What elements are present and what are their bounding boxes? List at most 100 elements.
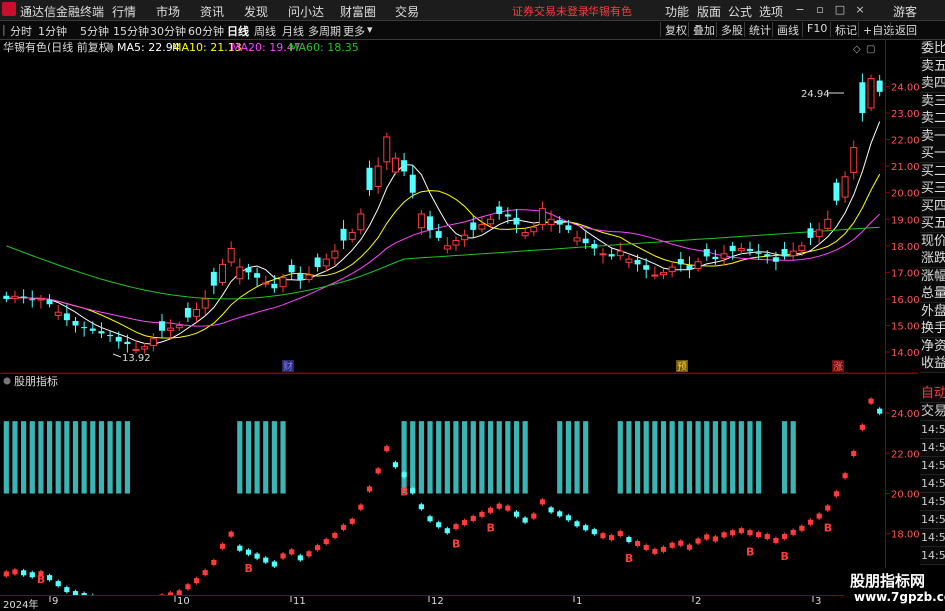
app-name: 通达信金融终端 [20,3,104,20]
diamond-icon[interactable]: ◇ [853,44,861,55]
guest-label[interactable]: 游客 [893,3,917,20]
signal-bar [56,421,61,493]
candle-body [436,231,442,238]
close-icon[interactable]: × [852,2,868,17]
candle-body [401,160,407,171]
candle-body [150,339,156,346]
expand-icon[interactable]: ▢ [866,44,875,55]
signal-bar [401,421,406,493]
chart-title: 华锡有色(日线 前复权) [3,40,114,54]
candle-body [194,310,200,317]
buy-signal-label: B [824,522,832,535]
marker-yu[interactable]: 预 [677,361,687,373]
menu-shichang[interactable]: 市场 [156,3,180,20]
candle-body [574,238,580,241]
candlestick-chart[interactable]: 24.0023.0022.0021.0020.0019.0018.0017.00… [0,40,945,373]
marker-cai[interactable]: 财 [283,360,293,373]
menu-faxian[interactable]: 发现 [244,3,268,20]
tab-30min[interactable]: 30分钟 [150,23,186,39]
candle-body [764,254,770,256]
restore-icon[interactable]: ▫ [812,2,828,17]
minimize-icon[interactable]: − [792,2,808,17]
candle-body [263,283,269,284]
tab-more[interactable]: 更多 [343,23,365,39]
signal-bar [4,421,9,493]
signal-bar [782,421,787,493]
ind-y-tick-label: 22.00 [891,449,920,460]
tab-duozhouqi[interactable]: 多周期 [308,23,341,39]
signal-bar [652,421,657,493]
watermark-title: 股朋指标网 [850,570,925,591]
tool-huaxian[interactable]: 画线 [772,22,799,37]
tab-zhouxian[interactable]: 周线 [254,23,276,39]
tab-15min[interactable]: 15分钟 [113,23,149,39]
signal-bar [436,421,441,493]
signal-bar [90,421,95,493]
menu-gongneng[interactable]: 功能 [665,3,689,20]
chart-settings-icon[interactable] [107,44,114,51]
signal-bar [30,421,35,493]
candle-body [678,259,684,264]
signal-bar [497,421,502,493]
indicator-settings-icon[interactable] [4,378,11,385]
y-tick-label: 21.00 [891,162,920,173]
tool-diejia[interactable]: 叠加 [688,22,715,37]
more-chevron-down-icon[interactable]: ▾ [367,23,373,36]
menu-jiaoyi[interactable]: 交易 [395,3,419,20]
candle-body [384,137,390,162]
candle-body [38,299,44,300]
tool-tongji[interactable]: 统计 [744,22,771,37]
tab-yuexian[interactable]: 月线 [282,23,304,39]
tool-back[interactable]: 返回 [890,22,917,37]
candle-body [116,337,122,342]
tab-5min[interactable]: 5分钟 [80,23,109,39]
candle-body [851,148,857,173]
menu-hangqing[interactable]: 行情 [112,3,136,20]
signal-bar [618,421,623,493]
maximize-icon[interactable]: □ [832,2,848,17]
candle-body [842,177,848,197]
signal-bar [246,421,251,493]
tab-fenshi[interactable]: 分时 [10,23,32,39]
tool-add-watchlist[interactable]: +自选 [858,22,894,37]
candle-body [695,262,701,269]
menu-gongshi[interactable]: 公式 [728,3,752,20]
candle-body [211,272,217,286]
signal-bar [791,421,796,493]
buy-signal-label: B [400,485,408,498]
tab-1min[interactable]: 1分钟 [38,23,67,39]
candle-body [816,230,822,237]
candle-body [790,251,796,256]
candle-body [859,82,865,113]
y-tick-label: 18.00 [891,242,920,253]
signal-bar [263,421,268,493]
candle[interactable] [868,75,874,112]
candle-body [107,335,113,336]
tool-f10[interactable]: F10 [802,22,827,37]
signal-bar [410,421,415,493]
menu-zixun[interactable]: 资讯 [200,3,224,20]
menu-xuanxiang[interactable]: 选项 [759,3,783,20]
tool-biaoji[interactable]: 标记 [830,22,857,37]
candle-body [747,249,753,251]
menu-banmian[interactable]: 版面 [697,3,721,20]
candle-body [176,325,182,327]
candle-body [12,296,18,298]
ma60-label: MA60: 18.35 [289,41,359,54]
candle-body [73,321,79,326]
tab-rixian[interactable]: 日线 [227,23,249,39]
login-status[interactable]: 证券交易未登录 [512,3,589,19]
buy-signal-label: B [452,538,460,551]
tool-fuquan[interactable]: 复权 [660,22,687,37]
candle-body [202,299,208,308]
signal-bar [739,421,744,493]
candle-body [505,214,511,216]
candle-body [323,259,329,266]
tool-duogu[interactable]: 多股 [716,22,743,37]
menu-wenxiaoda[interactable]: 问小达 [288,3,324,20]
indicator-chart[interactable]: BBBBBBBBB 24.0022.0020.0018.0016.00 股朋指标 [0,373,945,595]
menu-caifuquan[interactable]: 财富圈 [340,3,376,20]
marker-zhang[interactable]: 涨 [833,361,843,373]
tab-60min[interactable]: 60分钟 [188,23,224,39]
candle-body [392,158,398,172]
